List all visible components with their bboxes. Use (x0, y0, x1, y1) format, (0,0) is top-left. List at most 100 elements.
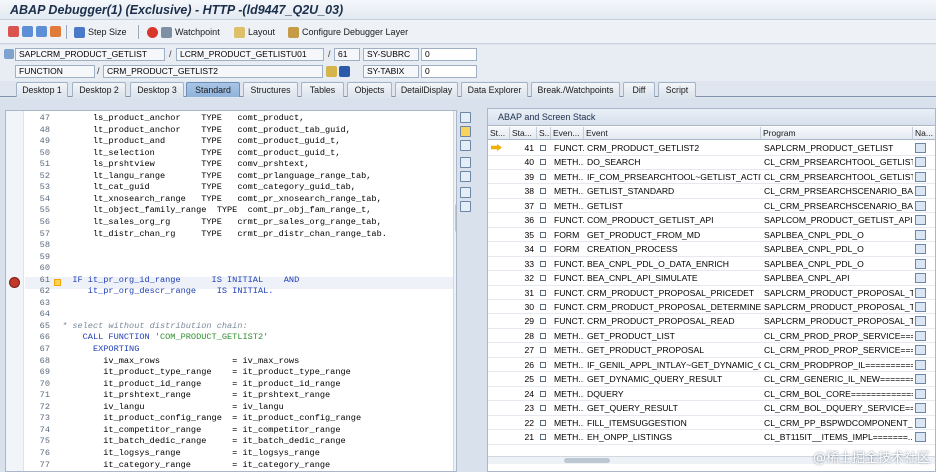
layout-button[interactable]: Layout (234, 24, 275, 40)
stack-scroll-thumb[interactable] (564, 458, 610, 463)
stack-row[interactable]: 40 METH... DO_SEARCH CL_CRM_PRSEARCHTOOL_GE… (488, 155, 935, 170)
settings-icon[interactable] (460, 201, 471, 212)
code-line: it_pr_org_descr_range IS INITIAL. (62, 286, 274, 297)
stack-row[interactable]: 31 FUNCT...CRM_PRODUCT_PROPOSAL_PRICEDET S… (488, 286, 935, 300)
navigate-to-source-icon[interactable] (915, 215, 926, 226)
col-header-event[interactable]: Event (584, 127, 761, 140)
source-code-pane[interactable]: 47 ls_product_anchor TYPE comt_product, 4… (5, 110, 457, 472)
tab-desktop-2[interactable]: Desktop 2 (72, 82, 126, 97)
navigate-to-source-icon[interactable] (915, 330, 926, 341)
stack-row[interactable]: 22 METH... FILL_ITEMSUGGESTION CL_CRM_PP_BS… (488, 416, 935, 431)
stack-row[interactable]: 33 FUNCT...BEA_CNPL_PDL_O_DATA_ENRICH SAPL… (488, 257, 935, 272)
screen-indicator-icon (540, 332, 546, 339)
navigate-to-source-icon[interactable] (915, 417, 926, 428)
breakpoint-gutter[interactable] (6, 111, 24, 471)
line-number: 52 (39, 170, 50, 181)
step-size-button[interactable]: Step Size (74, 24, 127, 40)
navigate-to-source-icon[interactable] (915, 273, 926, 284)
navigate-to-source-icon[interactable] (915, 258, 926, 269)
navigate-to-source-icon[interactable] (915, 157, 926, 168)
col-header-event-type[interactable]: Even... (551, 127, 584, 140)
navigate-to-source-icon[interactable] (915, 287, 926, 298)
info-icon[interactable] (339, 66, 350, 77)
tab-standard[interactable]: Standard (186, 82, 240, 97)
navigate-to-source-icon[interactable] (915, 403, 926, 414)
navigate-to-source-icon[interactable] (915, 171, 926, 182)
tab-script[interactable]: Script (658, 82, 696, 97)
navigate-to-source-icon[interactable] (915, 229, 926, 240)
stack-row[interactable]: 39 METH... IF_COM_PRSEARCHTOOL~GETLIST_ACT… (488, 170, 935, 185)
stack-row[interactable]: 25 METH... GET_DYNAMIC_QUERY_RESULT CL_CRM_… (488, 372, 935, 387)
navigate-to-source-icon[interactable] (915, 186, 926, 197)
event-type: FUNCT... (554, 143, 584, 153)
swap-icon[interactable] (460, 171, 471, 182)
tab-structures[interactable]: Structures (243, 82, 298, 97)
stack-row[interactable]: 28 METH... GET_PRODUCT_LIST CL_CRM_PROD_PRO… (488, 329, 935, 344)
stack-row[interactable]: 24 METH... DQUERY CL_CRM_BOL_CORE==========… (488, 387, 935, 402)
stack-row[interactable]: 29 FUNCT...CRM_PRODUCT_PROPOSAL_READ SAPLC… (488, 314, 935, 329)
tab-desktop-1[interactable]: Desktop 1 (16, 82, 68, 97)
line-number: 57 (39, 228, 50, 239)
sy-subrc-value[interactable]: 0 (421, 48, 477, 61)
event-type: METH... (554, 200, 584, 211)
return-icon[interactable] (36, 26, 47, 37)
stack-row[interactable]: 37 METH... GETLIST CL_CRM_PRSEARCHSCENARIO_… (488, 199, 935, 214)
navigate-to-source-icon[interactable] (915, 432, 926, 442)
col-header-navigate[interactable]: Na... (913, 127, 935, 140)
navigate-to-source-icon[interactable] (915, 143, 926, 153)
stack-row[interactable]: 27 METH... GET_PRODUCT_PROPOSAL CL_CRM_PROD… (488, 343, 935, 358)
navigate-to-source-icon[interactable] (915, 345, 926, 356)
tab-diff[interactable]: Diff (623, 82, 655, 97)
program-name: SAPLCRM_PRODUCT_PROPOSAL_TOO... (764, 316, 913, 327)
screen-indicator-icon (540, 173, 546, 180)
navigate-to-source-icon[interactable] (915, 374, 926, 385)
stack-row[interactable]: 34 FORM CREATION_PROCESS SAPLBEA_CNPL_PDL_O (488, 242, 935, 257)
code-vertical-scrollbar[interactable] (453, 111, 456, 471)
line-number: 63 (39, 297, 50, 308)
stack-row[interactable]: 30 FUNCT...CRM_PRODUCT_PROPOSAL_DETERMINE… (488, 300, 935, 315)
continue-icon[interactable] (50, 26, 61, 37)
tab-data-explorer[interactable]: Data Explorer (461, 82, 528, 97)
close-pane-icon[interactable] (460, 112, 471, 123)
replace-tool-icon[interactable] (460, 140, 471, 151)
breakpoint-marker-icon[interactable] (9, 277, 20, 288)
event-type: METH... (554, 359, 584, 370)
stack-row[interactable]: 26 METH... IF_GENIL_APPL_INTLAY~GET_DYNAMI… (488, 358, 935, 373)
stack-row[interactable]: 41 FUNCT...CRM_PRODUCT_GETLIST2 SAPLCRM_PR… (488, 141, 935, 156)
tab-detaildisplay[interactable]: DetailDisplay (395, 82, 458, 97)
execute-step-icon[interactable] (22, 26, 33, 37)
col-header-program[interactable]: Program (761, 127, 913, 140)
stack-row[interactable]: 21 METH... EH_ONPP_LISTINGS CL_BT115IT__ITE… (488, 430, 935, 445)
navigate-to-source-icon[interactable] (915, 244, 926, 255)
configure-debugger-layer-button[interactable]: Configure Debugger Layer (288, 24, 408, 40)
sy-tabix-value[interactable]: 0 (421, 65, 477, 78)
navigate-to-source-icon[interactable] (915, 200, 926, 211)
navigate-to-source-icon[interactable] (915, 316, 926, 327)
stack-row[interactable]: 38 METH... GETLIST_STANDARD CL_CRM_PRSEARCH… (488, 184, 935, 199)
maximize-icon[interactable] (460, 157, 471, 168)
col-header-stack-level[interactable]: Sta... (510, 127, 537, 140)
stack-row[interactable]: 23 METH... GET_QUERY_RESULT CL_CRM_BOL_DQUE… (488, 401, 935, 416)
col-header-status[interactable]: St... (488, 127, 510, 140)
code-line: it_product_config_range = it_product_con… (62, 413, 362, 424)
tab-breakpoints-watchpoints[interactable]: Break./Watchpoints (531, 82, 620, 97)
code-line: lt_object_family_range TYPE comt_pr_obj_… (62, 205, 372, 216)
col-header-screen[interactable]: S... (537, 127, 551, 140)
stack-row[interactable]: 36 FUNCT...COM_PRODUCT_GETLIST_API SAPLCOM… (488, 213, 935, 228)
navigate-to-source-icon[interactable] (915, 301, 926, 312)
tab-tables[interactable]: Tables (301, 82, 344, 97)
single-step-icon[interactable] (8, 26, 19, 37)
services-icon[interactable] (460, 187, 471, 198)
program-name: CL_CRM_PRSEARCHTOOL_GETLIST==... (764, 171, 913, 182)
new-tool-icon[interactable] (460, 126, 471, 137)
watchpoint-button[interactable]: Watchpoint (147, 24, 220, 40)
navigate-to-source-icon[interactable] (915, 388, 926, 399)
stack-row[interactable]: 35 FORM GET_PRODUCT_FROM_MD SAPLBEA_CNPL_PD… (488, 228, 935, 243)
tab-objects[interactable]: Objects (347, 82, 392, 97)
code-line: lt_selection TYPE comt_product_guid_t, (62, 147, 341, 158)
tab-desktop-3[interactable]: Desktop 3 (130, 82, 184, 97)
code-scroll-thumb[interactable] (455, 203, 456, 233)
stack-row[interactable]: 32 FUNCT...BEA_CNPL_API_SIMULATE SAPLBEA_C… (488, 271, 935, 286)
display-icon[interactable] (326, 66, 337, 77)
navigate-to-source-icon[interactable] (915, 359, 926, 370)
